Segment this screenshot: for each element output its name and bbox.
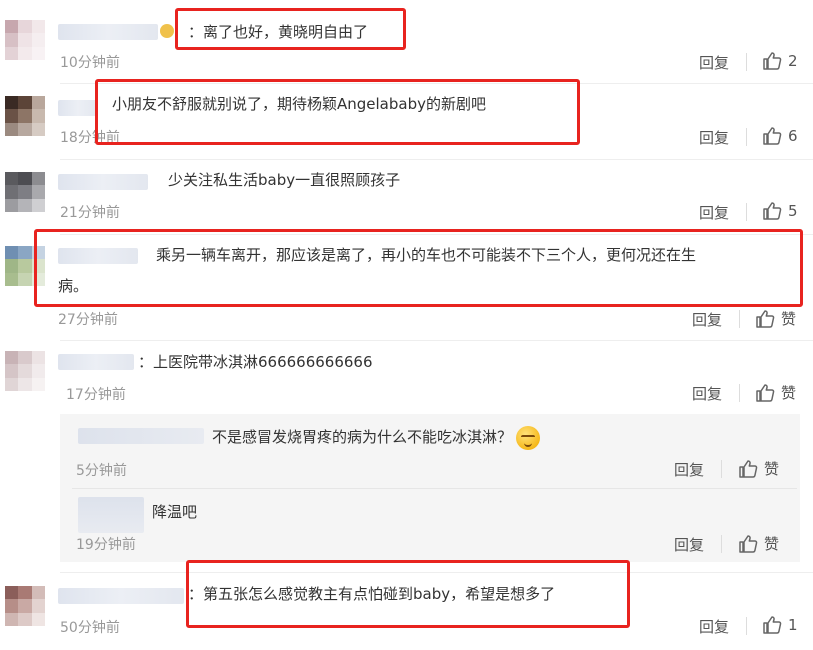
- like-label: 赞: [764, 460, 780, 478]
- avatar[interactable]: [5, 246, 45, 286]
- comment-time: 21分钟前: [60, 205, 120, 221]
- comment-text: ：离了也好，黄晓明自由了: [188, 23, 369, 41]
- divider: [60, 340, 813, 341]
- thumbs-up-icon: [739, 534, 758, 553]
- avatar[interactable]: [5, 586, 45, 626]
- like-button[interactable]: 1: [762, 615, 798, 635]
- divider: [746, 53, 747, 71]
- comment-text-continued: 病。: [58, 277, 89, 295]
- divider: [72, 488, 797, 489]
- divider: [739, 310, 740, 328]
- comment-time: 17分钟前: [66, 387, 126, 403]
- username-blurred[interactable]: [78, 497, 144, 533]
- username-blurred[interactable]: [58, 24, 158, 40]
- reply-button[interactable]: 回复: [699, 127, 729, 148]
- divider: [746, 203, 747, 221]
- comment-text: 降温吧: [152, 503, 198, 521]
- thumbs-up-icon: [763, 52, 782, 70]
- like-button[interactable]: 赞: [755, 382, 796, 403]
- avatar[interactable]: [5, 351, 45, 391]
- comment-time: 10分钟前: [60, 55, 120, 71]
- like-button[interactable]: 6: [762, 126, 798, 146]
- comment-text: ：上医院带冰淇淋666666666666: [138, 353, 373, 371]
- like-count: 1: [788, 616, 798, 634]
- username-blurred[interactable]: [58, 588, 184, 604]
- like-label: 赞: [764, 535, 780, 553]
- username-blurred[interactable]: [58, 354, 134, 370]
- like-button[interactable]: 2: [762, 51, 798, 71]
- comment-time: 5分钟前: [76, 463, 127, 479]
- divider: [60, 159, 813, 160]
- divider: [746, 128, 747, 146]
- comment-text: ：第五张怎么感觉教主有点怕碰到baby，希望是想多了: [188, 585, 556, 603]
- thinking-emoji-icon: [516, 425, 541, 450]
- thumbs-up-icon: [739, 459, 758, 478]
- username-blurred[interactable]: [58, 174, 148, 190]
- avatar[interactable]: [5, 172, 45, 212]
- comment-text: 小朋友不舒服就别说了，期待杨颖Angelababy的新剧吧: [112, 95, 486, 113]
- like-count: 5: [788, 202, 798, 220]
- divider: [739, 384, 740, 402]
- thumbs-up-icon: [756, 383, 775, 402]
- like-button[interactable]: 赞: [755, 308, 796, 329]
- reply-button[interactable]: 回复: [692, 383, 722, 404]
- like-button[interactable]: 5: [762, 201, 798, 221]
- reply-button[interactable]: 回复: [674, 459, 704, 480]
- blurred-badge: [160, 24, 174, 38]
- reply-button[interactable]: 回复: [674, 534, 704, 555]
- thumbs-up-icon: [763, 127, 782, 145]
- thumbs-up-icon: [756, 309, 775, 328]
- like-label: 赞: [781, 310, 797, 328]
- divider: [60, 83, 813, 84]
- username-blurred[interactable]: [78, 428, 204, 444]
- thumbs-up-icon: [763, 202, 782, 220]
- divider: [721, 535, 722, 553]
- highlight-box: [34, 229, 803, 307]
- reply-button[interactable]: 回复: [699, 202, 729, 223]
- divider: [60, 234, 813, 235]
- like-count: 6: [788, 127, 798, 145]
- divider: [721, 460, 722, 478]
- divider: [746, 617, 747, 635]
- comment-time: 18分钟前: [60, 130, 120, 146]
- avatar[interactable]: [5, 96, 45, 136]
- username-blurred[interactable]: [58, 100, 98, 116]
- comment-text: 不是感冒发烧胃疼的病为什么不能吃冰淇淋？: [212, 425, 541, 450]
- comment-text: 乘另一辆车离开，那应该是离了，再小的车也不可能装不下三个人，更何况还在生: [156, 246, 697, 264]
- reply-button[interactable]: 回复: [699, 616, 729, 637]
- comment-time: 27分钟前: [58, 312, 118, 328]
- like-button[interactable]: 赞: [738, 533, 779, 554]
- comment-time: 19分钟前: [76, 537, 136, 553]
- comment-time: 50分钟前: [60, 620, 120, 636]
- like-count: 2: [788, 52, 798, 70]
- reply-button[interactable]: 回复: [699, 52, 729, 73]
- reply-button[interactable]: 回复: [692, 309, 722, 330]
- divider: [60, 572, 813, 573]
- avatar[interactable]: [5, 20, 45, 60]
- thumbs-up-icon: [763, 616, 782, 634]
- like-button[interactable]: 赞: [738, 458, 779, 479]
- like-label: 赞: [781, 384, 797, 402]
- username-blurred[interactable]: [58, 248, 138, 264]
- reply-text: 不是感冒发烧胃疼的病为什么不能吃冰淇淋？: [212, 428, 513, 446]
- comment-text: 少关注私生活baby一直很照顾孩子: [168, 171, 401, 189]
